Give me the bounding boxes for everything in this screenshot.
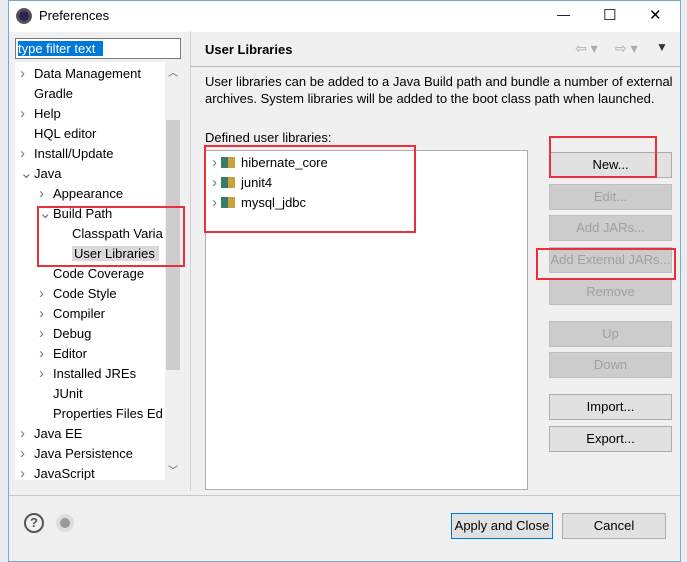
tree-item-label: Debug — [53, 326, 92, 341]
chevron-right-icon[interactable]: › — [39, 184, 53, 204]
chevron-right-icon[interactable]: › — [20, 144, 34, 164]
tree-item[interactable]: › Java Persistence — [20, 444, 133, 464]
help-icon[interactable]: ? — [24, 513, 44, 533]
add-jars-button[interactable]: Add JARs... — [549, 215, 672, 241]
tree-item[interactable]: › JavaScript — [20, 464, 95, 480]
tree-item-label: JUnit — [53, 386, 83, 401]
back-icon[interactable]: ⇦ ▾ — [575, 40, 598, 57]
edit-button[interactable]: Edit... — [549, 184, 672, 210]
highlight-box-new — [549, 136, 657, 178]
tree-item[interactable]: › Code Style — [39, 284, 117, 304]
tree-item-label: JavaScript — [34, 466, 95, 480]
tree-item[interactable]: › Java EE — [20, 424, 82, 444]
title-bar: Preferences — ☐ ✕ — [9, 1, 680, 32]
tree-item[interactable]: Properties Files Ed — [39, 404, 163, 424]
tree-item-label: Gradle — [34, 86, 74, 101]
forward-icon[interactable]: ⇨ ▾ — [615, 40, 638, 57]
tree-item[interactable]: › Help — [20, 104, 61, 124]
eclipse-icon — [16, 8, 32, 24]
tree-item-label: HQL editor — [34, 126, 97, 141]
highlight-box-libraries — [204, 145, 416, 233]
tree-item[interactable]: ⌄Java — [20, 164, 61, 184]
view-menu-icon[interactable]: ▼ — [656, 40, 668, 54]
chevron-right-icon[interactable]: › — [39, 324, 53, 344]
tree-item[interactable]: › Appearance — [39, 184, 123, 204]
tree-item[interactable]: › Install/Update — [20, 144, 114, 164]
tree-item[interactable]: › Data Management — [20, 64, 141, 84]
highlight-box-build-path — [37, 206, 185, 267]
chevron-down-icon[interactable]: ⌄ — [20, 164, 34, 184]
tree-item-label: Java EE — [34, 426, 83, 441]
cancel-button[interactable]: Cancel — [562, 513, 666, 539]
tree-item-label: Compiler — [53, 306, 106, 321]
tree-item-label: Code Style — [53, 286, 117, 301]
chevron-right-icon[interactable]: › — [20, 424, 34, 444]
highlight-box-add-external — [536, 248, 676, 280]
up-button[interactable]: Up — [549, 321, 672, 347]
tree-item[interactable]: › Debug — [39, 324, 91, 344]
chevron-right-icon[interactable]: › — [39, 364, 53, 384]
maximize-button[interactable]: ☐ — [603, 6, 616, 24]
tree-item-label: Appearance — [53, 186, 124, 201]
filter-input[interactable] — [15, 38, 181, 59]
import-export-icon[interactable] — [56, 514, 74, 532]
tree-item[interactable]: Gradle — [20, 84, 73, 104]
tree-item-label: Installed JREs — [53, 366, 137, 381]
chevron-right-icon[interactable]: › — [20, 444, 34, 464]
tree-item[interactable]: › Installed JREs — [39, 364, 136, 384]
chevron-right-icon[interactable]: › — [39, 284, 53, 304]
tree-item[interactable]: › Editor — [39, 344, 87, 364]
export-button[interactable]: Export... — [549, 426, 672, 452]
scroll-down-icon[interactable]: ﹀ — [168, 462, 178, 477]
tree-scrollbar[interactable]: ︿ ﹀ — [165, 62, 181, 480]
tree-item[interactable]: JUnit — [39, 384, 83, 404]
minimize-button[interactable]: — — [557, 7, 570, 22]
chevron-right-icon[interactable]: › — [39, 344, 53, 364]
tree-item-label: Data Management — [34, 66, 141, 81]
page-title: User Libraries — [205, 42, 293, 57]
tree-item-label: Editor — [53, 346, 87, 361]
chevron-right-icon[interactable]: › — [20, 104, 34, 124]
tree-item-label: Code Coverage — [53, 266, 145, 281]
down-button[interactable]: Down — [549, 352, 672, 378]
chevron-right-icon[interactable]: › — [39, 304, 53, 324]
tree-item-label: Properties Files Ed — [53, 406, 163, 421]
tree-item-label: Java — [34, 166, 62, 181]
window-title: Preferences — [39, 8, 110, 23]
tree-item[interactable]: › Compiler — [39, 304, 105, 324]
chevron-right-icon[interactable]: › — [20, 64, 34, 84]
tree-item-label: Install/Update — [34, 146, 114, 161]
tree-item[interactable]: HQL editor — [20, 124, 96, 144]
scroll-up-icon[interactable]: ︿ — [168, 64, 178, 79]
apply-and-close-button[interactable]: Apply and Close — [451, 513, 553, 539]
page-description: User libraries can be added to a Java Bu… — [205, 74, 673, 106]
tree-item-label: Java Persistence — [34, 446, 133, 461]
tree-item[interactable]: Code Coverage — [39, 264, 144, 284]
header-divider — [191, 66, 680, 67]
import-button[interactable]: Import... — [549, 394, 672, 420]
preferences-tree: › Data Management Gradle › Help HQL editor › In… — [15, 62, 181, 480]
remove-button[interactable]: Remove — [549, 279, 672, 305]
list-label: Defined user libraries: — [205, 130, 332, 145]
close-button[interactable]: ✕ — [649, 6, 662, 24]
chevron-right-icon[interactable]: › — [20, 464, 34, 480]
footer-divider — [9, 495, 680, 496]
tree-item-label: Help — [34, 106, 61, 121]
sash[interactable] — [190, 31, 191, 491]
